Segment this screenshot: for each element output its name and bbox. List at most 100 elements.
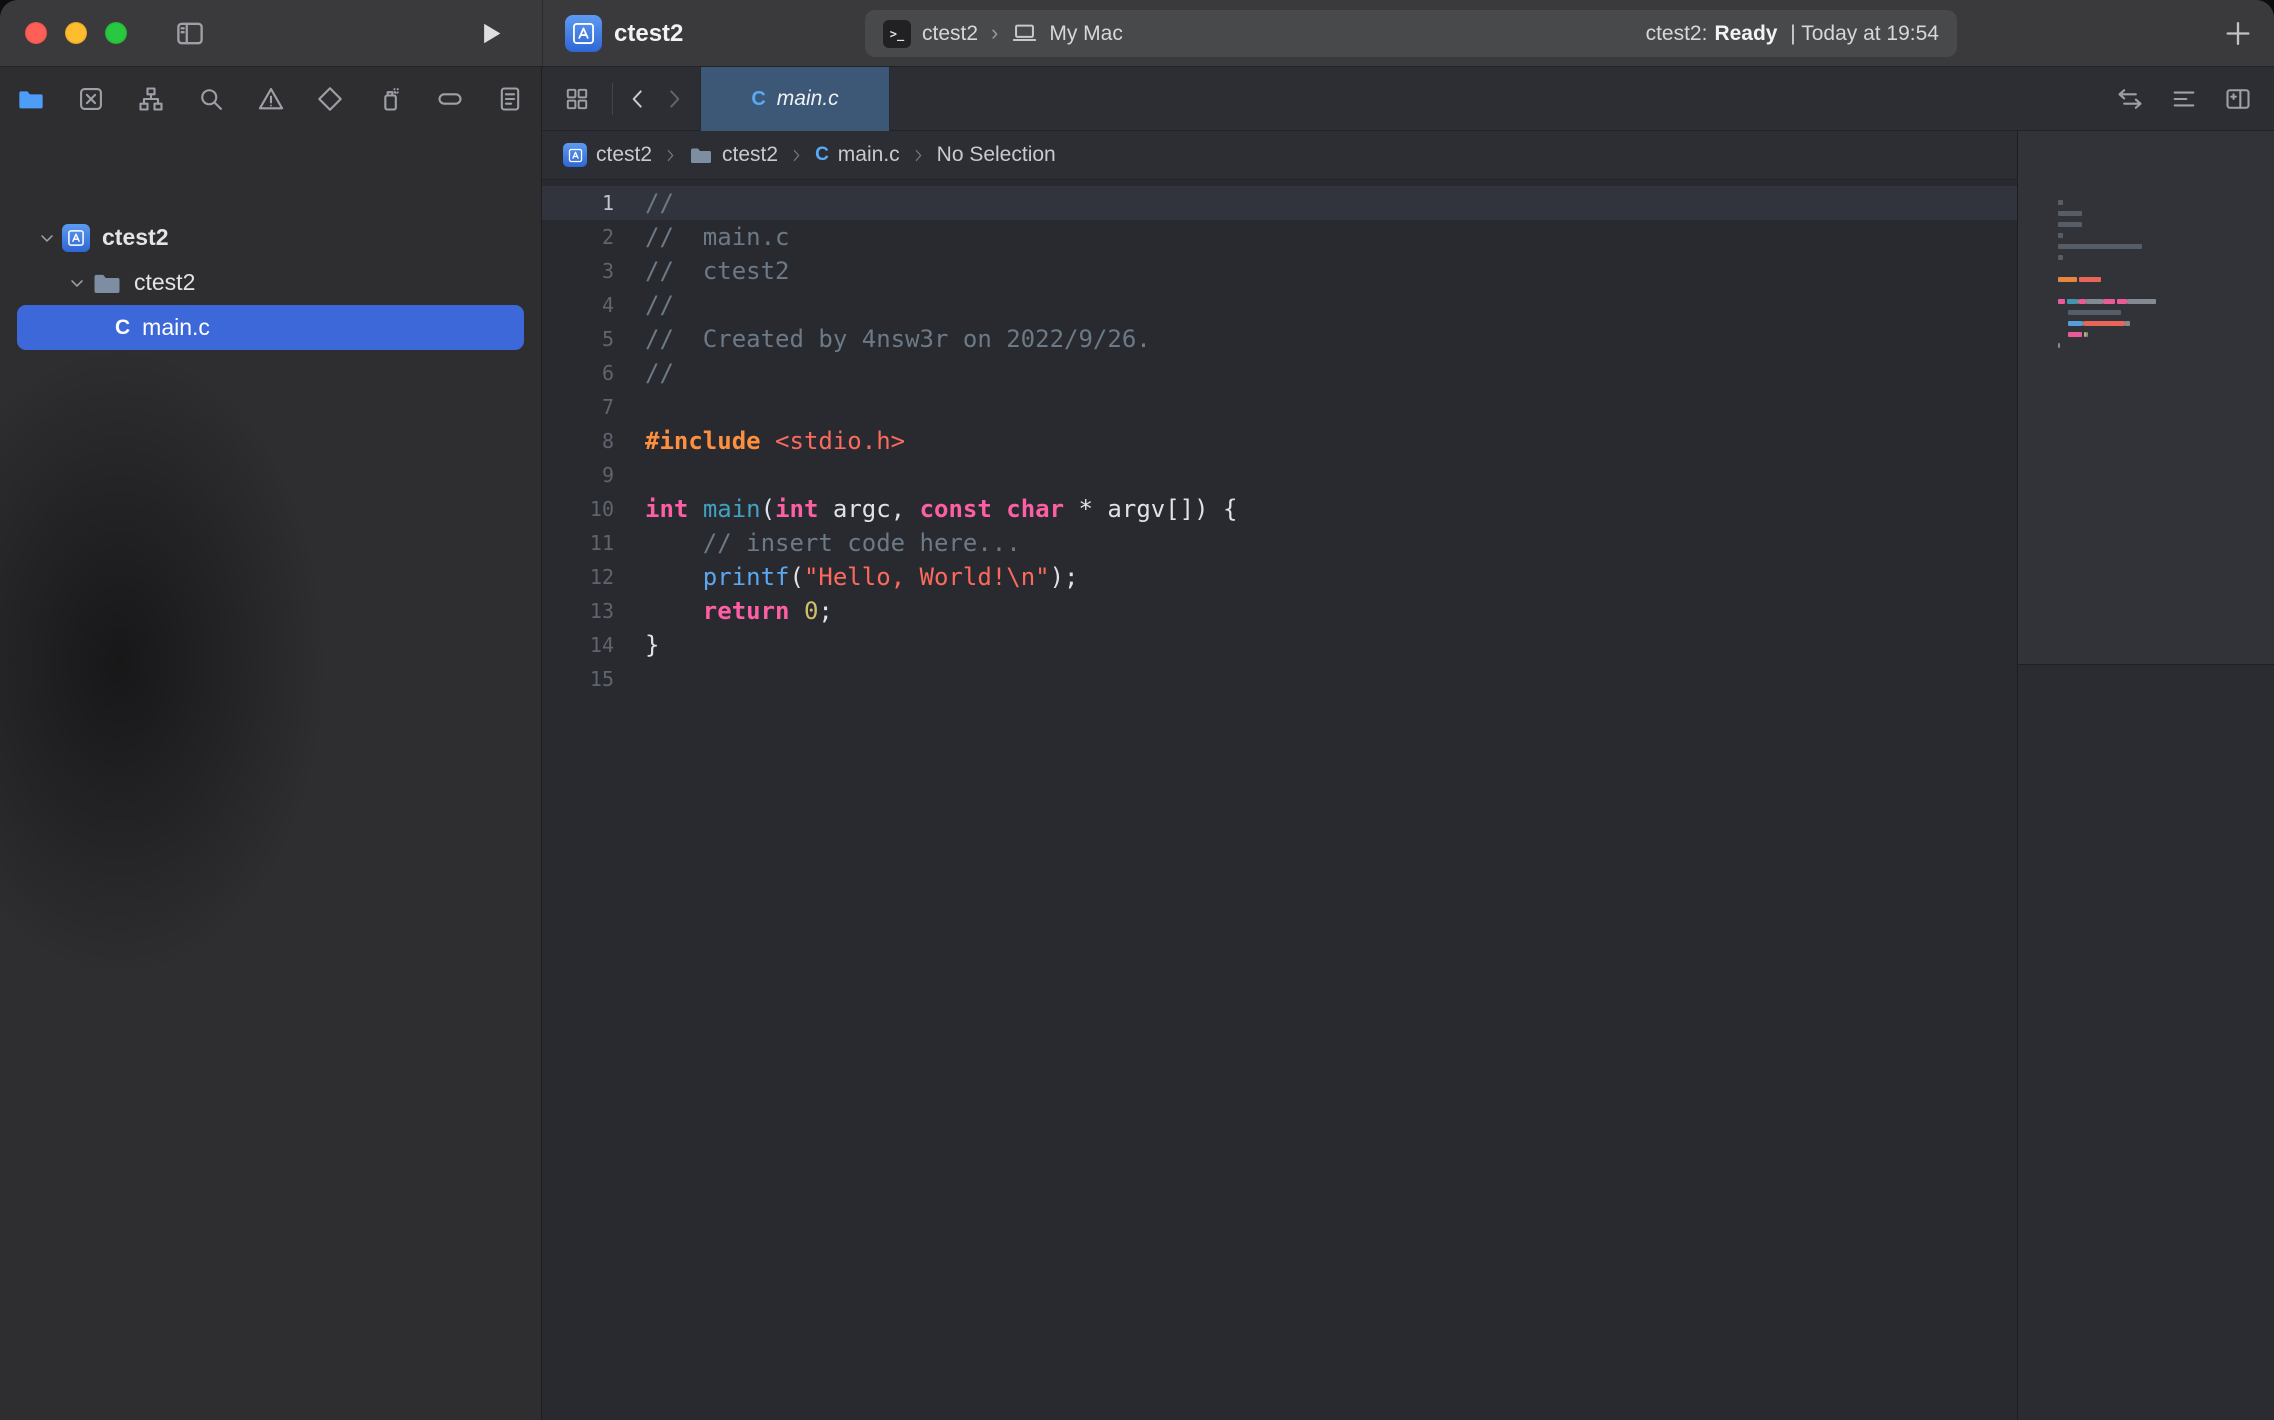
code-line[interactable]: 13 return 0; — [542, 594, 2017, 628]
code-text: // insert code here... — [628, 526, 1021, 560]
code-line[interactable]: 5// Created by 4nsw3r on 2022/9/26. — [542, 322, 2017, 356]
tree-item-ctest2[interactable]: ctest2 — [17, 215, 524, 260]
code-text: printf("Hello, World!\n"); — [628, 560, 1079, 594]
tab-main-c[interactable]: C main.c — [700, 67, 890, 131]
run-button[interactable] — [476, 18, 506, 49]
editor-tab-bar: C main.c — [542, 67, 2274, 131]
disclosure-chevron-icon[interactable] — [62, 273, 92, 293]
c-file-icon: C — [115, 316, 130, 340]
symbols-navigator-icon[interactable] — [136, 84, 166, 114]
line-number[interactable]: 14 — [542, 628, 628, 662]
code-line[interactable]: 15 — [542, 662, 2017, 696]
breadcrumb-label: ctest2 — [722, 143, 778, 167]
code-line[interactable]: 2// main.c — [542, 220, 2017, 254]
go-back-button[interactable] — [622, 67, 654, 131]
breadcrumb-item[interactable]: ctest2 — [563, 143, 652, 167]
scheme-selector[interactable]: >_ ctest2 › My Mac — [883, 20, 1123, 48]
add-editor-icon[interactable] — [2224, 85, 2252, 113]
activity-status-bar[interactable]: >_ ctest2 › My Mac ctest2:Ready | Today … — [865, 10, 1957, 57]
tree-item-label: ctest2 — [102, 224, 168, 251]
source-editor[interactable]: 1//2// main.c3// ctest24//5// Created by… — [542, 180, 2017, 1420]
code-review-icon[interactable] — [2116, 85, 2144, 113]
code-line[interactable]: 6// — [542, 356, 2017, 390]
build-status-state: Ready — [1714, 22, 1777, 46]
xcode-project-icon — [62, 224, 90, 252]
line-number[interactable]: 12 — [542, 560, 628, 594]
tree-item-main-c[interactable]: Cmain.c — [17, 305, 524, 350]
breadcrumb-item[interactable]: ctest2 — [689, 143, 778, 167]
reports-navigator-icon[interactable] — [495, 84, 525, 114]
breakpoints-navigator-icon[interactable] — [435, 84, 465, 114]
tab-label: main.c — [777, 87, 839, 111]
line-number[interactable]: 2 — [542, 220, 628, 254]
line-number[interactable]: 7 — [542, 390, 628, 424]
line-number[interactable]: 5 — [542, 322, 628, 356]
toggle-navigator-icon[interactable] — [172, 18, 208, 49]
code-line[interactable]: 12 printf("Hello, World!\n"); — [542, 560, 2017, 594]
line-number[interactable]: 8 — [542, 424, 628, 458]
editor-minimap[interactable] — [2017, 131, 2274, 1420]
code-line[interactable]: 14} — [542, 628, 2017, 662]
source-control-navigator-icon[interactable] — [76, 84, 106, 114]
project-navigator-icon[interactable] — [16, 84, 46, 114]
window-project-title: ctest2 — [614, 0, 683, 67]
code-text: // main.c — [628, 220, 790, 254]
minimap-line — [2058, 211, 2156, 222]
code-text: return 0; — [628, 594, 833, 628]
line-number[interactable]: 3 — [542, 254, 628, 288]
code-line[interactable]: 10int main(int argc, const char * argv[]… — [542, 492, 2017, 526]
xcode-window: ctest2 >_ ctest2 › My Mac ctest2:Ready |… — [0, 0, 2274, 1420]
minimap-line — [2058, 222, 2156, 233]
line-number[interactable]: 11 — [542, 526, 628, 560]
build-status: ctest2:Ready | Today at 19:54 — [1646, 22, 1939, 46]
minimap-line — [2058, 354, 2156, 365]
c-file-icon: C — [815, 144, 829, 166]
line-number[interactable]: 15 — [542, 662, 628, 696]
scheme-chevron-icon: › — [989, 20, 1000, 46]
code-line[interactable]: 7 — [542, 390, 2017, 424]
folder-icon — [92, 268, 122, 298]
editor-controls — [2116, 67, 2252, 131]
zoom-window-button[interactable] — [105, 22, 127, 44]
line-number[interactable]: 6 — [542, 356, 628, 390]
line-number[interactable]: 13 — [542, 594, 628, 628]
minimap-line — [2058, 266, 2156, 277]
code-text: // — [628, 186, 674, 220]
build-status-time: | Today at 19:54 — [1784, 22, 1939, 46]
breadcrumb-separator-icon — [663, 148, 678, 163]
find-navigator-icon[interactable] — [196, 84, 226, 114]
code-text — [628, 662, 645, 696]
code-line[interactable]: 1// — [542, 186, 2017, 220]
library-add-button[interactable] — [2222, 18, 2254, 49]
disclosure-chevron-icon[interactable] — [32, 228, 62, 248]
go-forward-button[interactable] — [658, 67, 690, 131]
navigator-sidebar: ctest2ctest2Cmain.c — [0, 67, 542, 1420]
related-items-icon[interactable] — [560, 67, 594, 131]
tests-navigator-icon[interactable] — [315, 84, 345, 114]
tree-item-ctest2[interactable]: ctest2 — [17, 260, 524, 305]
debug-navigator-icon[interactable] — [375, 84, 405, 114]
build-status-prefix: ctest2: — [1646, 22, 1708, 46]
breadcrumb-item[interactable]: Cmain.c — [815, 143, 900, 167]
issues-navigator-icon[interactable] — [256, 84, 286, 114]
code-line[interactable]: 8#include <stdio.h> — [542, 424, 2017, 458]
line-number[interactable]: 1 — [542, 186, 628, 220]
close-window-button[interactable] — [25, 22, 47, 44]
code-line[interactable]: 3// ctest2 — [542, 254, 2017, 288]
code-line[interactable]: 11 // insert code here... — [542, 526, 2017, 560]
line-number[interactable]: 10 — [542, 492, 628, 526]
tabbar-divider — [612, 83, 613, 115]
code-line[interactable]: 9 — [542, 458, 2017, 492]
breadcrumb-item[interactable]: No Selection — [937, 143, 1056, 167]
line-number[interactable]: 9 — [542, 458, 628, 492]
toolbar: ctest2 >_ ctest2 › My Mac ctest2:Ready |… — [0, 0, 2274, 67]
destination-laptop-icon — [1011, 20, 1038, 47]
line-number[interactable]: 4 — [542, 288, 628, 322]
code-line[interactable]: 4// — [542, 288, 2017, 322]
jump-bar-breadcrumb: ctest2 ctest2 Cmain.c No Selection — [542, 131, 2017, 180]
editor-options-icon[interactable] — [2170, 85, 2198, 113]
minimap-line — [2058, 277, 2156, 288]
code-text — [628, 458, 645, 492]
minimize-window-button[interactable] — [65, 22, 87, 44]
toolbar-divider — [542, 0, 543, 67]
